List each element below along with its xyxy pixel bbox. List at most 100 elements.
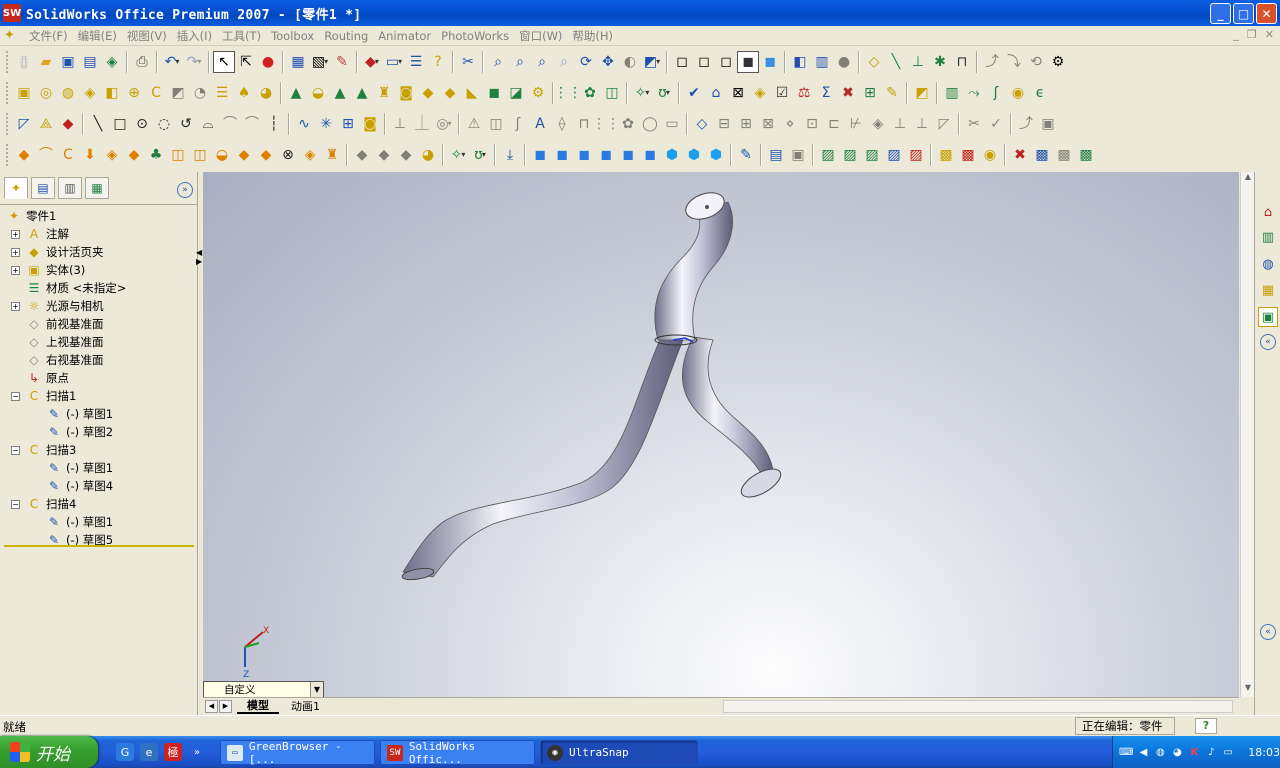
design-library-icon[interactable]: ▩ (1053, 144, 1075, 166)
swept-surface-icon[interactable]: C (57, 144, 79, 166)
revolved-surface-icon[interactable]: ⌒ (35, 144, 57, 166)
chamfer-icon[interactable]: ☰ (211, 82, 233, 104)
horizontal-dimension-icon[interactable]: ⊟ (713, 113, 735, 135)
section-view-icon[interactable]: ◧ (789, 51, 811, 73)
mass-properties-icon[interactable]: ⚖ (793, 82, 815, 104)
tolerance-icon[interactable]: ✖ (837, 82, 859, 104)
menu-animator[interactable]: Animator (373, 29, 436, 43)
sweep-boss-icon[interactable]: ◍ (57, 82, 79, 104)
isometric-view-icon[interactable]: ⬢ (661, 144, 683, 166)
zoom-area-icon[interactable]: ⌕ (509, 51, 531, 73)
tab-model[interactable]: 模型 (237, 698, 279, 714)
reference-geometry-2-icon[interactable]: ✧ (447, 144, 469, 166)
menu-toolbox[interactable]: Toolbox (266, 29, 319, 43)
toolbar-grip[interactable] (6, 50, 9, 73)
tree-item[interactable]: + A 注解 (0, 225, 197, 243)
start-button[interactable]: 开始 (0, 736, 98, 768)
menu-window[interactable]: 窗口(W) (514, 28, 567, 44)
fully-define-icon[interactable]: ⊡ (801, 113, 823, 135)
rectangle-icon[interactable]: □ (109, 113, 131, 135)
list-icon[interactable]: ☰ (405, 51, 427, 73)
sweep-right-branch[interactable] (681, 336, 774, 478)
linear-sketch-pattern-icon[interactable]: ⋮⋮ (592, 113, 620, 135)
window-layout-icon[interactable]: ▭ (383, 51, 405, 73)
dome-icon[interactable]: ◒ (307, 82, 329, 104)
polygon-icon[interactable]: ▭ (661, 113, 683, 135)
material-editor-icon[interactable]: ▩ (957, 144, 979, 166)
print-icon[interactable]: ⎙ (131, 51, 153, 73)
table-icon[interactable]: ⊞ (859, 82, 881, 104)
menu-view[interactable]: 视图(V) (122, 28, 172, 44)
smart-dimension-icon[interactable]: ⊥ (907, 51, 929, 73)
tree-item[interactable]: ◇ 上视基准面 (0, 333, 197, 351)
instant3d-icon[interactable]: ⤴ (981, 51, 1003, 73)
sketch-point-marker[interactable] (705, 205, 709, 209)
property-manager-tab-icon[interactable]: ▤ (31, 177, 55, 199)
grid-icon[interactable]: ▦ (287, 51, 309, 73)
combine-icon[interactable]: ◼ (483, 82, 505, 104)
maximize-button[interactable]: □ (1233, 3, 1254, 24)
render-region-icon[interactable]: ▣ (787, 144, 809, 166)
point-icon[interactable]: ✳ (315, 113, 337, 135)
file-properties-icon[interactable]: ▧ (309, 51, 331, 73)
toolbox-icon[interactable]: ▩ (1031, 144, 1053, 166)
tab-animation1[interactable]: 动画1 (281, 698, 330, 714)
close-button[interactable]: ✕ (1256, 3, 1277, 24)
parallel-icon[interactable]: ◸ (933, 113, 955, 135)
back-view-icon[interactable]: ◼ (551, 144, 573, 166)
weldments-icon[interactable]: ⤳ (963, 82, 985, 104)
tabs-horizontal-scrollbar[interactable] (723, 700, 1233, 713)
fix-icon[interactable]: ⊬ (845, 113, 867, 135)
antivirus-icon[interactable]: K (1187, 745, 1201, 760)
curves-icon[interactable]: ʊ (653, 82, 675, 104)
view-orientation-icon[interactable]: ◩ (641, 51, 663, 73)
menu-help[interactable]: 帮助(H) (567, 28, 618, 44)
normal-to-icon[interactable]: ⤓ (499, 144, 521, 166)
fillet-icon[interactable]: ◔ (189, 82, 211, 104)
toolbar-grip[interactable] (6, 81, 9, 104)
sketch-icon[interactable]: ◇ (863, 51, 885, 73)
check-box-icon[interactable]: ☑ (771, 82, 793, 104)
solidworks-resources-icon[interactable]: ⌂ (1258, 202, 1278, 222)
tree-item[interactable]: − C 扫描4 (0, 495, 197, 513)
convert-entities-icon[interactable]: ⏊ (411, 113, 433, 135)
taskbar-greenbrowser[interactable]: ▭ GreenBrowser - [... (220, 740, 375, 766)
tree-item[interactable]: − C 扫描3 (0, 441, 197, 459)
view-palette-icon[interactable]: ▦ (1258, 280, 1278, 300)
import-diagnostics-icon[interactable]: ✎ (881, 82, 903, 104)
circle-icon[interactable]: ⊙ (131, 113, 153, 135)
graphics-area[interactable]: X Z (203, 172, 1239, 697)
keyboard-icon[interactable]: ⌨ (1119, 745, 1133, 760)
wireframe-icon[interactable]: ◻ (671, 51, 693, 73)
shell-icon[interactable]: ◕ (255, 82, 277, 104)
circular-sketch-pattern-icon[interactable]: ✿ (617, 113, 639, 135)
tree-item[interactable]: ✎ (-) 草图1 (0, 405, 197, 423)
revolve-cut-icon[interactable]: ⊕ (123, 82, 145, 104)
text-icon[interactable]: A (529, 113, 551, 135)
thicken-icon[interactable]: ◆ (373, 144, 395, 166)
equations-icon[interactable]: Σ (815, 82, 837, 104)
rotate-icon[interactable]: ⟳ (575, 51, 597, 73)
undo-icon[interactable]: ↶ (161, 51, 183, 73)
sketch-tools-icon[interactable]: ✂ (963, 113, 985, 135)
hidden-lines-removed-icon[interactable]: ◻ (715, 51, 737, 73)
right-view-icon[interactable]: ◼ (595, 144, 617, 166)
sketch-line-icon[interactable]: ╲ (87, 113, 109, 135)
trim-surface-icon[interactable]: ◆ (233, 144, 255, 166)
tree-item[interactable]: ✎ (-) 草图1 (0, 513, 197, 531)
browser-quicklaunch-icon[interactable]: G (116, 743, 134, 761)
repair-sketch-icon[interactable]: ✓ (985, 113, 1007, 135)
relations-icon[interactable]: ⊏ (823, 113, 845, 135)
sketch-chamfer-icon[interactable]: ⌒ (241, 113, 263, 135)
open-folder-icon[interactable]: ▰ (35, 51, 57, 73)
menu-routing[interactable]: Routing (319, 29, 373, 43)
tree-item[interactable]: + ▣ 实体(3) (0, 261, 197, 279)
move-copy-body-icon[interactable]: ⚙ (527, 82, 549, 104)
configuration-dropdown[interactable]: 自定义 ▼ (203, 681, 324, 698)
circular-pattern-icon[interactable]: ✿ (579, 82, 601, 104)
baseline-dimension-icon[interactable]: ⊠ (757, 113, 779, 135)
zoom-to-fit-icon[interactable]: ⌕ (487, 51, 509, 73)
new-document-icon[interactable]: ▯ (13, 51, 35, 73)
coincident-icon[interactable]: ◈ (867, 113, 889, 135)
volume-icon[interactable]: ♪ (1204, 745, 1218, 760)
